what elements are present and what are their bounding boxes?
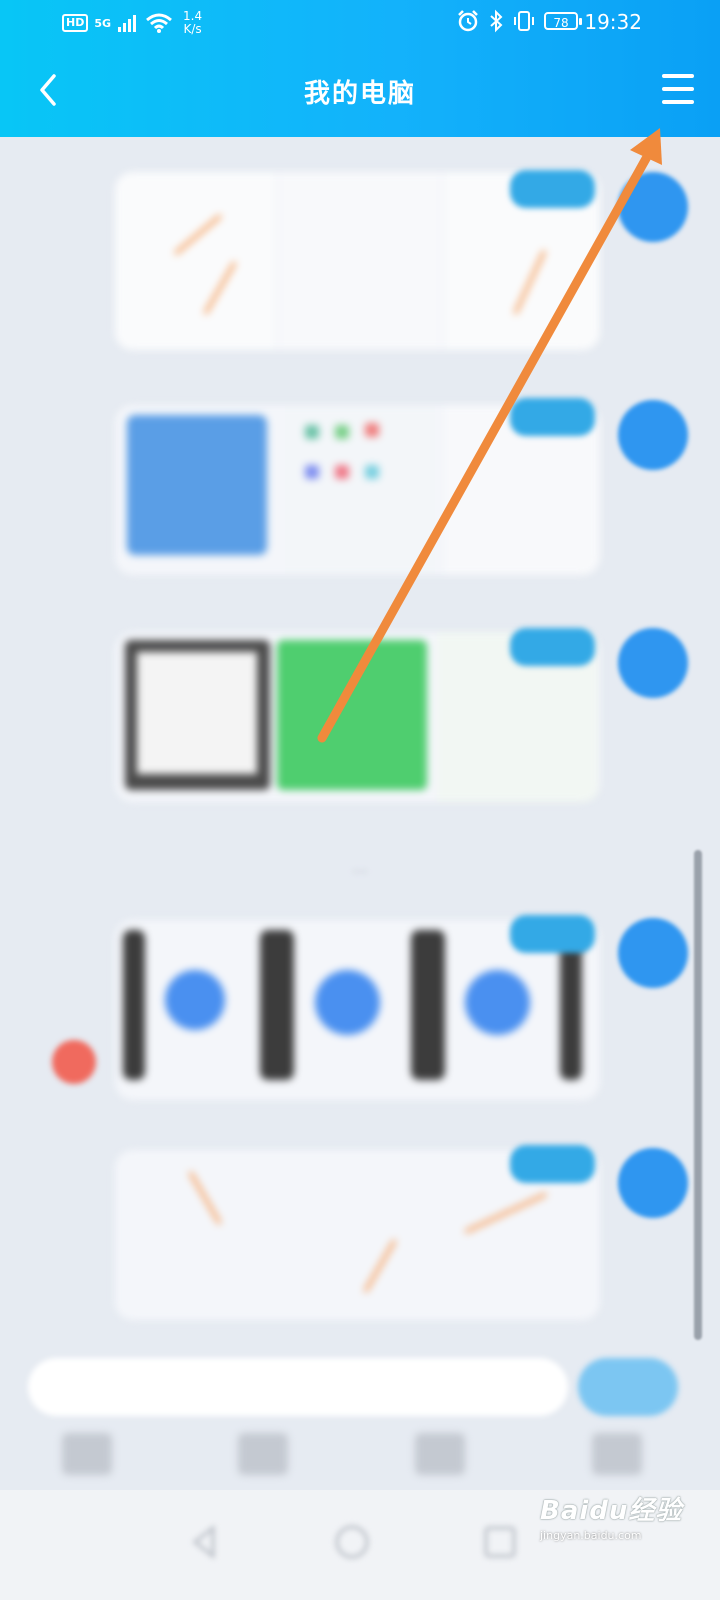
photo-album-icon[interactable] [238,1433,288,1475]
folder-icon[interactable] [415,1433,465,1475]
image-icon[interactable] [62,1433,112,1475]
watermark-logo: Baidu经验 [540,1496,683,1526]
input-toolbar [0,1425,720,1485]
message-input[interactable] [28,1358,568,1416]
nav-recents-icon[interactable] [480,1522,520,1562]
computer-icon[interactable] [592,1433,642,1475]
nav-back-icon[interactable] [185,1522,225,1562]
watermark-url: jingyan.baidu.com [540,1529,642,1542]
nav-home-icon[interactable] [332,1522,372,1562]
watermark: Baidu经验 jingyan.baidu.com [540,1490,710,1590]
send-button[interactable] [578,1358,678,1416]
